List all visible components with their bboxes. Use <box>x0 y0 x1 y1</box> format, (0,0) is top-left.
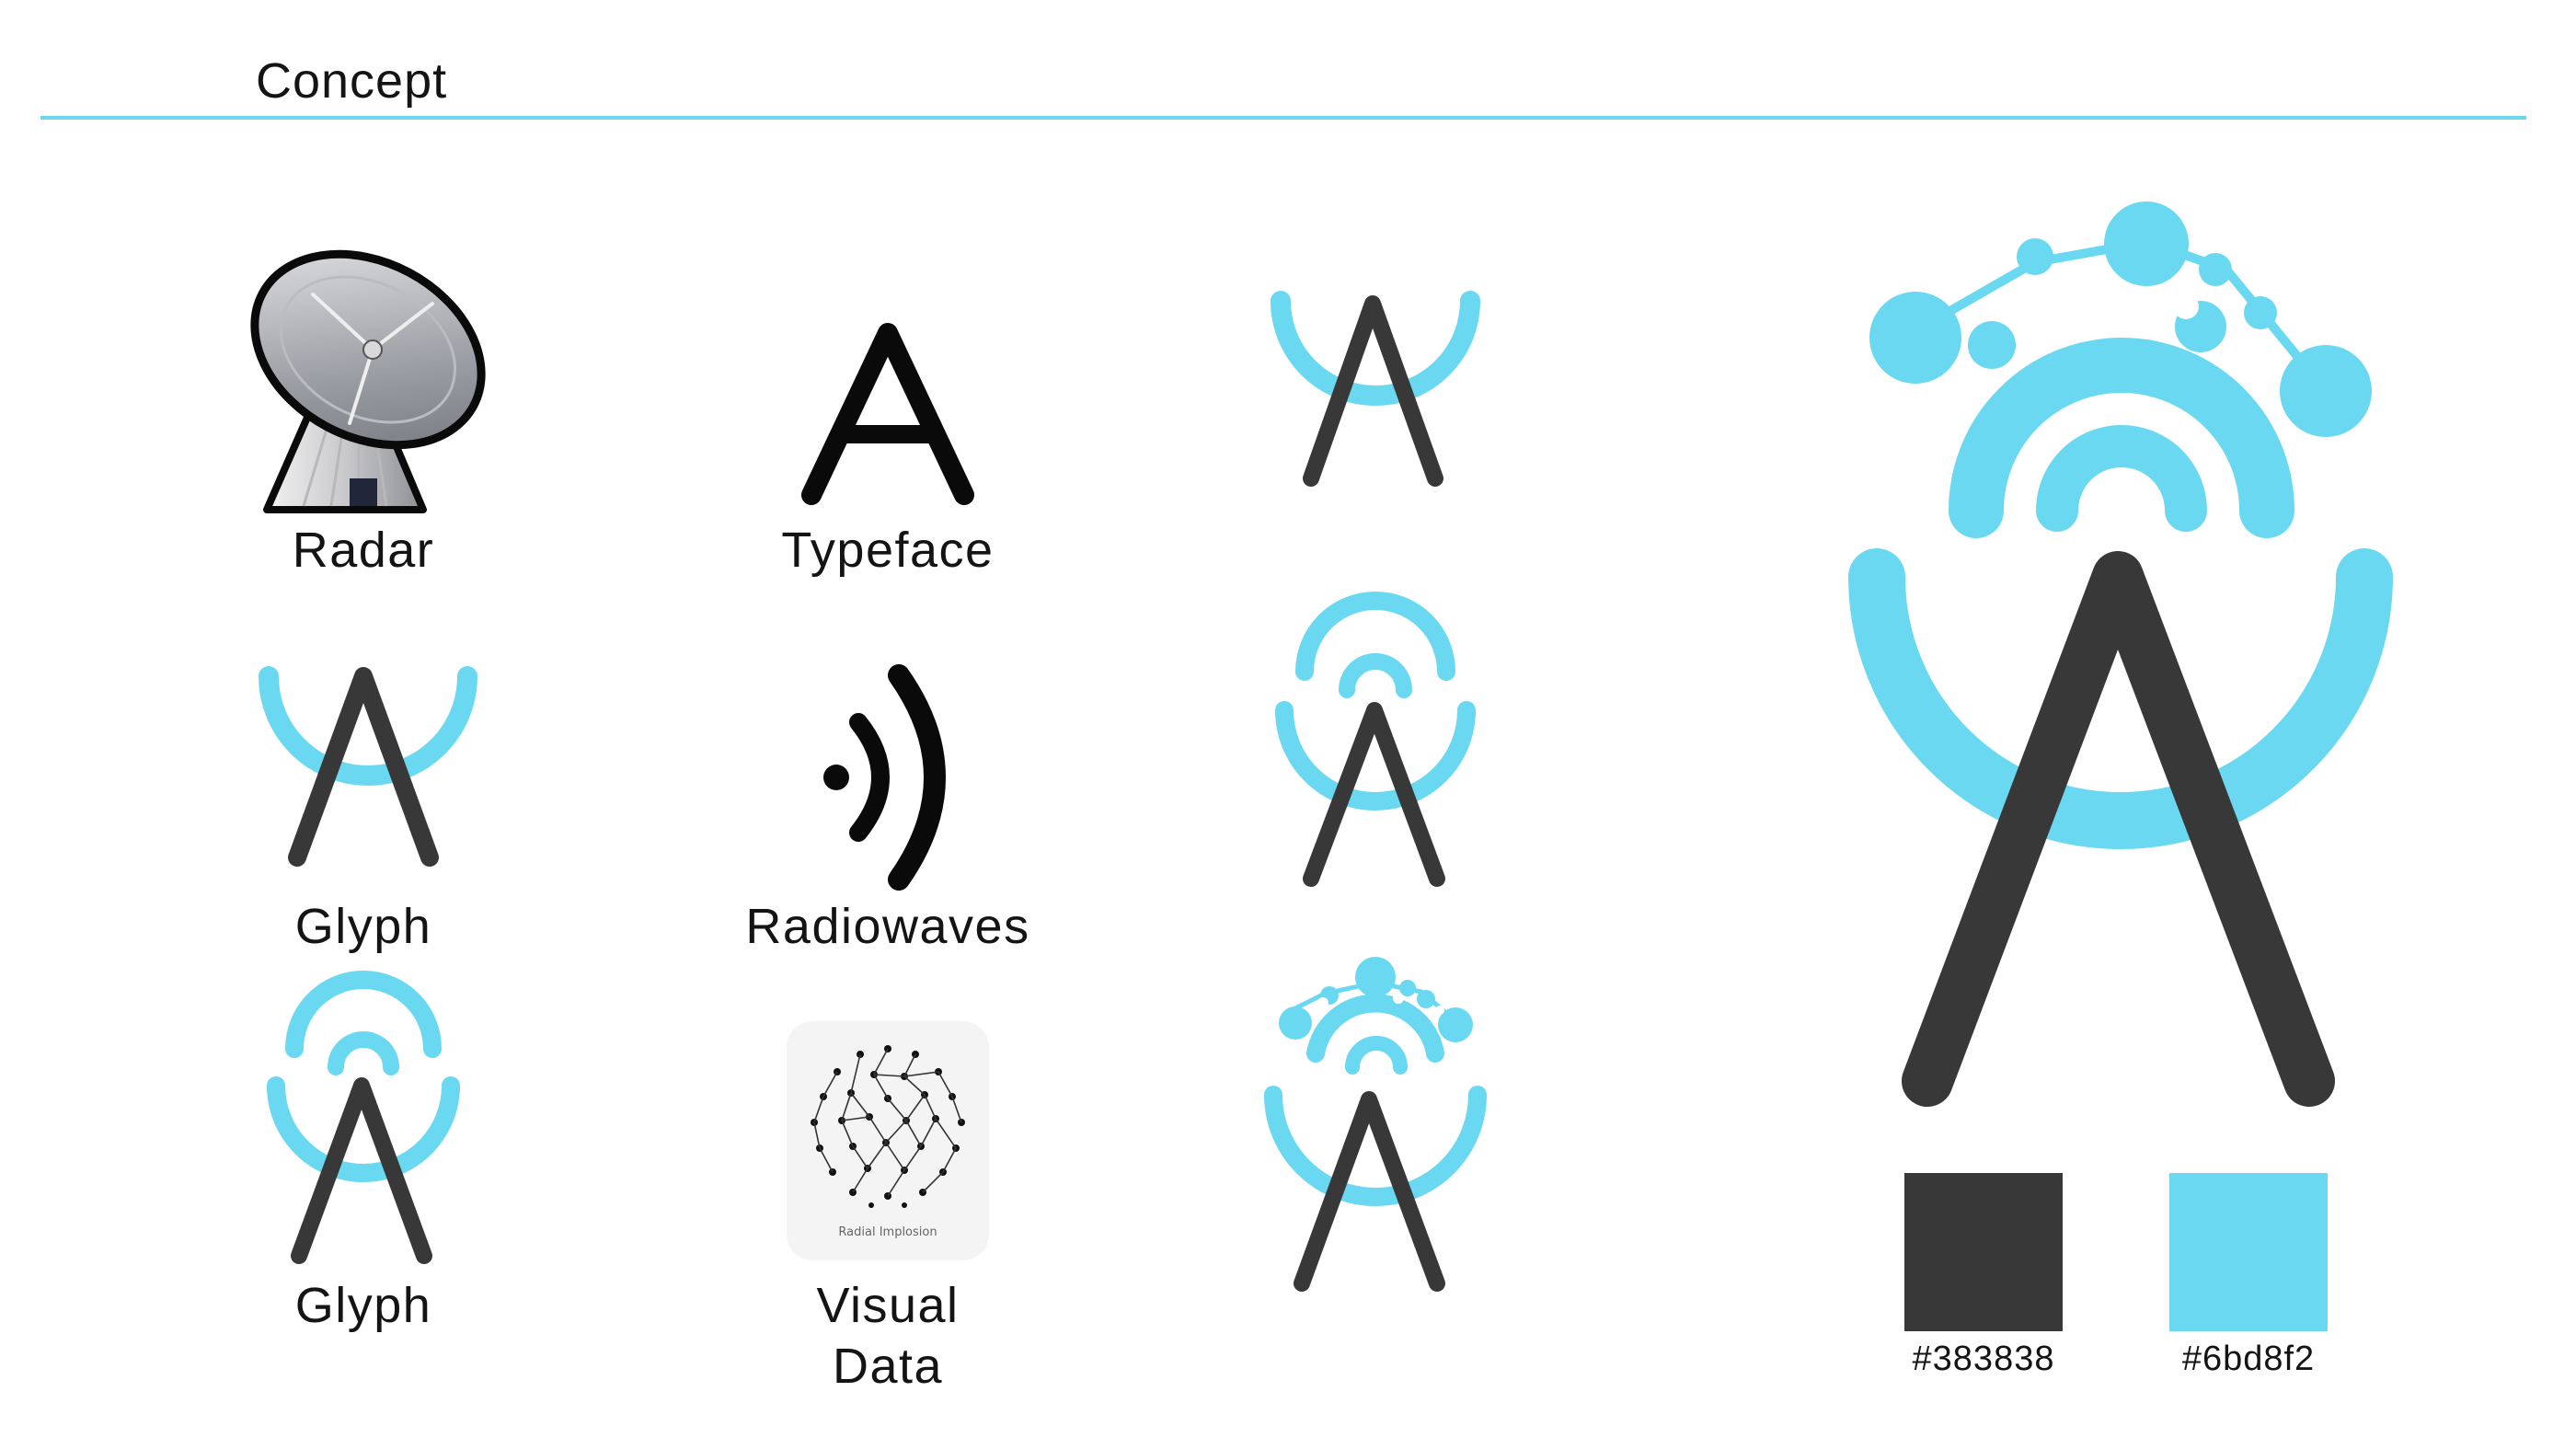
swatch-accent <box>2169 1173 2328 1331</box>
iteration-glyph-2 <box>1275 592 1476 887</box>
concept-label-glyph-2: Glyph <box>294 1278 432 1333</box>
hex-label-dark: #383838 <box>1912 1340 2055 1378</box>
hex-label-accent: #6bd8f2 <box>2181 1340 2316 1378</box>
concept-label-radar: Radar <box>292 523 435 578</box>
iteration-glyph-3 <box>1264 957 1487 1292</box>
concept-label-glyph: Glyph <box>294 899 432 954</box>
radar-dish-icon <box>250 249 486 513</box>
concept-label-visual-data-line2: Data <box>832 1339 944 1394</box>
concept-label-radiowaves: Radiowaves <box>745 899 1030 954</box>
header-divider <box>40 116 2526 120</box>
iteration-glyph-1 <box>1271 291 1480 487</box>
swatch-dark <box>1904 1173 2063 1331</box>
glyph-a-waves-icon <box>267 971 460 1264</box>
visual-data-caption: Radial Implosion <box>838 1225 937 1239</box>
concept-label-typeface: Typeface <box>781 523 995 578</box>
logo-mark-icon <box>1848 201 2393 1107</box>
concept-label-visual-data-line1: Visual <box>816 1278 960 1333</box>
concept-label-visual-data: Visual Data <box>718 1275 1058 1397</box>
glyph-a-arc-icon <box>259 666 477 867</box>
radial-data-icon <box>811 1045 965 1208</box>
visual-data-image: Radial Implosion <box>787 1021 989 1260</box>
page-title: Concept <box>256 53 448 109</box>
radio-waves-icon <box>823 664 946 891</box>
letter-a-icon <box>801 323 974 505</box>
